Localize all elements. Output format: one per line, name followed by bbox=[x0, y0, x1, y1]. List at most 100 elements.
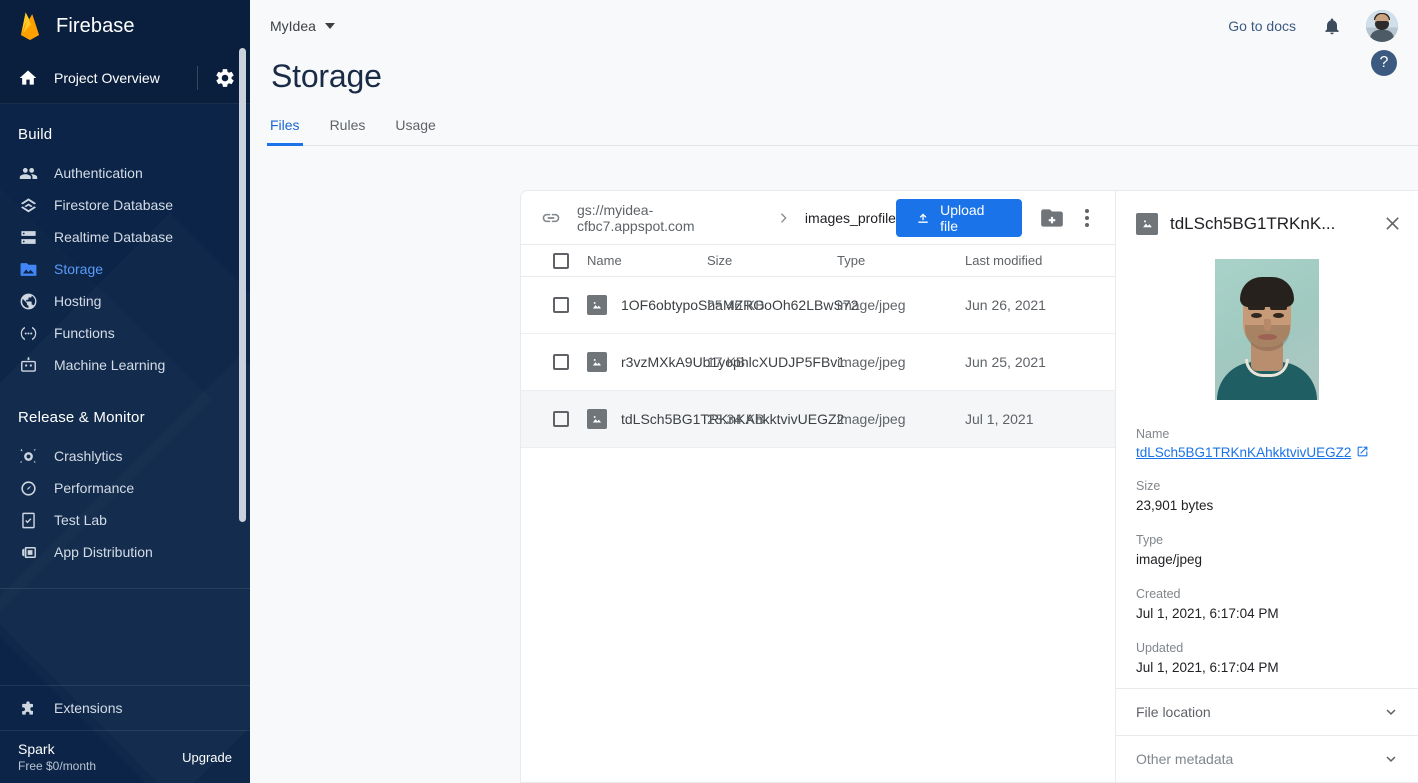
table-row[interactable]: 1OF6obtypoShaMZROoOh62LBwS72 25.46 KB im… bbox=[521, 277, 1115, 334]
plan-section: Spark Free $0/month Upgrade bbox=[0, 731, 250, 783]
meta-value-updated: Jul 1, 2021, 6:17:04 PM bbox=[1136, 660, 1279, 675]
breadcrumb-current[interactable]: images_profile bbox=[805, 210, 896, 226]
sidebar-item-hosting[interactable]: Hosting bbox=[0, 285, 250, 317]
row-type: image/jpeg bbox=[837, 354, 906, 370]
chevron-down-icon bbox=[1386, 709, 1396, 715]
breadcrumb-root[interactable]: gs://myidea-cfbc7.appspot.com bbox=[577, 202, 762, 234]
column-header-last-modified[interactable]: Last modified bbox=[965, 253, 1115, 268]
column-header-type[interactable]: Type bbox=[837, 253, 965, 268]
close-panel-button[interactable] bbox=[1380, 212, 1404, 236]
detail-title: tdLSch5BG1TRKnK... bbox=[1170, 213, 1336, 233]
sidebar-item-functions[interactable]: Functions bbox=[0, 317, 250, 349]
page-title: Storage bbox=[271, 58, 382, 94]
divider bbox=[197, 65, 198, 90]
avatar[interactable] bbox=[1366, 10, 1398, 42]
file-preview-image[interactable] bbox=[1215, 259, 1319, 400]
firebase-logo[interactable]: Firebase bbox=[0, 0, 250, 52]
detail-header: tdLSch5BG1TRKnK... bbox=[1116, 191, 1418, 257]
brand-label: Firebase bbox=[56, 14, 135, 37]
meta-value-size: 23,901 bytes bbox=[1136, 498, 1214, 513]
link-icon[interactable] bbox=[541, 208, 561, 228]
sidebar-item-app-distribution[interactable]: App Distribution bbox=[0, 536, 250, 568]
go-to-docs-link[interactable]: Go to docs bbox=[1228, 18, 1296, 34]
column-header-size[interactable]: Size bbox=[707, 253, 837, 268]
sidebar: Firebase Project Overview Build Authenti… bbox=[0, 0, 250, 783]
table-row[interactable]: tdLSch5BG1TRKnKAhkktvivUEGZ2 23.34 KB im… bbox=[521, 391, 1115, 448]
sidebar-item-storage[interactable]: Storage bbox=[0, 253, 250, 285]
sidebar-item-crashlytics[interactable]: Crashlytics bbox=[0, 440, 250, 472]
tab-usage[interactable]: Usage bbox=[395, 117, 435, 145]
sidebar-item-realtime-database[interactable]: Realtime Database bbox=[0, 221, 250, 253]
sidebar-item-label: Functions bbox=[54, 325, 115, 341]
more-options-button[interactable] bbox=[1072, 203, 1101, 233]
select-all-checkbox[interactable] bbox=[553, 252, 569, 269]
row-select-cell bbox=[521, 354, 587, 370]
sidebar-item-test-lab[interactable]: Test Lab bbox=[0, 504, 250, 536]
storage-files-card: gs://myidea-cfbc7.appspot.com images_pro… bbox=[520, 190, 1418, 783]
expander-file-location[interactable]: File location bbox=[1116, 688, 1418, 735]
extensions-label: Extensions bbox=[54, 700, 123, 716]
upload-file-button[interactable]: Upload file bbox=[895, 198, 1022, 237]
gear-icon[interactable] bbox=[214, 67, 236, 89]
file-name-link[interactable]: tdLSch5BG1TRKnKAhkktvivUEGZ2 bbox=[1136, 445, 1351, 460]
sidebar-item-machine-learning[interactable]: Machine Learning bbox=[0, 349, 250, 381]
row-name-cell: tdLSch5BG1TRKnKAhkktvivUEGZ2 bbox=[587, 409, 844, 429]
row-checkbox[interactable] bbox=[553, 411, 569, 427]
row-checkbox[interactable] bbox=[553, 297, 569, 313]
image-file-icon bbox=[587, 352, 607, 372]
extensions-icon bbox=[18, 698, 38, 718]
clipboard-check-icon bbox=[18, 510, 38, 530]
tab-rules[interactable]: Rules bbox=[330, 117, 366, 145]
upload-file-label: Upload file bbox=[940, 201, 985, 234]
robot-icon bbox=[18, 355, 38, 375]
sidebar-item-label: Authentication bbox=[54, 165, 143, 181]
meta-label-updated: Updated bbox=[1136, 641, 1184, 655]
image-file-icon bbox=[587, 295, 607, 315]
meta-value-name-row: tdLSch5BG1TRKnKAhkktvivUEGZ2 bbox=[1136, 444, 1398, 462]
upgrade-button[interactable]: Upgrade bbox=[182, 750, 232, 765]
meta-label-name: Name bbox=[1136, 427, 1170, 441]
expander-other-metadata[interactable]: Other metadata bbox=[1116, 735, 1418, 782]
meta-label-created: Created bbox=[1136, 587, 1181, 601]
firestore-icon bbox=[18, 195, 38, 215]
plan-name: Spark bbox=[18, 741, 55, 757]
sidebar-item-label: Storage bbox=[54, 261, 104, 277]
sidebar-nav-scroll[interactable]: Build Authentication Firestore Database … bbox=[0, 104, 250, 685]
divider bbox=[0, 588, 250, 589]
sidebar-group-release-monitor: Crashlytics Performance Test Lab App Dis… bbox=[0, 440, 250, 574]
column-header-name[interactable]: Name bbox=[587, 253, 707, 268]
project-selector[interactable]: MyIdea bbox=[270, 18, 335, 34]
add-folder-button[interactable] bbox=[1038, 203, 1067, 233]
firebase-flame-icon bbox=[21, 12, 39, 40]
table-row[interactable]: r3vzMXkA9Ub1yophlcXUDJP5FBv1 17 KB image… bbox=[521, 334, 1115, 391]
meta-label-size: Size bbox=[1136, 479, 1161, 493]
functions-icon bbox=[18, 323, 38, 343]
row-checkbox[interactable] bbox=[553, 354, 569, 370]
notifications-bell-icon[interactable] bbox=[1322, 16, 1342, 36]
open-in-new-icon[interactable] bbox=[1356, 445, 1369, 458]
chevron-down-icon bbox=[1386, 756, 1396, 762]
image-file-icon bbox=[1136, 212, 1158, 235]
row-size: 25.46 KB bbox=[707, 297, 765, 313]
sidebar-item-label: Performance bbox=[54, 480, 135, 496]
sidebar-item-performance[interactable]: Performance bbox=[0, 472, 250, 504]
sidebar-scrollbar[interactable] bbox=[239, 48, 246, 522]
help-button[interactable]: ? bbox=[1371, 50, 1397, 76]
chevron-right-icon bbox=[780, 212, 787, 223]
sidebar-item-project-overview[interactable]: Project Overview bbox=[0, 52, 250, 104]
close-icon bbox=[1385, 217, 1399, 230]
sidebar-section-title-build: Build bbox=[18, 126, 53, 143]
sidebar-item-label: Crashlytics bbox=[54, 448, 123, 464]
meta-value-created: Jul 1, 2021, 6:17:04 PM bbox=[1136, 606, 1279, 621]
sidebar-item-extensions[interactable]: Extensions bbox=[0, 685, 250, 731]
page-header: Storage ? bbox=[250, 50, 1418, 95]
sidebar-item-firestore-database[interactable]: Firestore Database bbox=[0, 189, 250, 221]
expander-label: File location bbox=[1136, 704, 1211, 720]
table-empty-area bbox=[521, 448, 1115, 782]
tab-files[interactable]: Files bbox=[267, 117, 303, 146]
main-content: MyIdea Go to docs Storage ? Files Rules … bbox=[250, 0, 1418, 783]
add-folder-icon bbox=[1041, 208, 1063, 227]
sidebar-item-label: Realtime Database bbox=[54, 229, 174, 245]
tab-bar: Files Rules Usage bbox=[267, 117, 1418, 146]
sidebar-item-authentication[interactable]: Authentication bbox=[0, 157, 250, 189]
